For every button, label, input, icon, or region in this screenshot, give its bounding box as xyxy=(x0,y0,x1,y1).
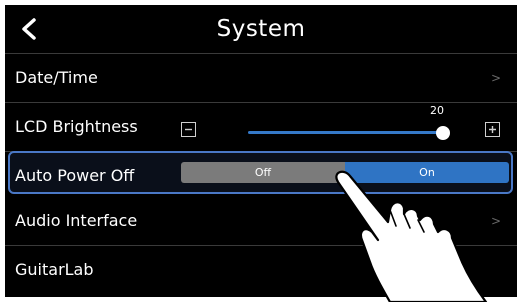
page-title: System xyxy=(216,16,306,42)
minus-icon xyxy=(185,128,192,131)
brightness-value: 20 xyxy=(430,104,444,117)
chevron-right-icon: > xyxy=(490,71,501,85)
back-button[interactable] xyxy=(9,9,49,49)
chevron-left-icon xyxy=(22,18,36,40)
brightness-decrease-button[interactable] xyxy=(181,122,196,137)
brightness-increase-button[interactable] xyxy=(485,122,500,137)
row-label: Audio Interface xyxy=(15,211,138,230)
auto-power-off-option-off[interactable]: Off xyxy=(181,162,345,183)
brightness-slider-track[interactable] xyxy=(248,131,443,134)
brightness-slider-thumb[interactable] xyxy=(436,126,450,140)
row-label: Date/Time xyxy=(15,68,98,87)
row-label: GuitarLab xyxy=(15,260,94,279)
row-label: Auto Power Off xyxy=(15,166,135,185)
tap-hand-icon xyxy=(335,170,488,302)
row-date-time[interactable]: Date/Time > xyxy=(5,54,517,103)
header-bar: System xyxy=(5,5,517,54)
plus-icon xyxy=(489,126,496,133)
row-label: LCD Brightness xyxy=(15,117,138,136)
